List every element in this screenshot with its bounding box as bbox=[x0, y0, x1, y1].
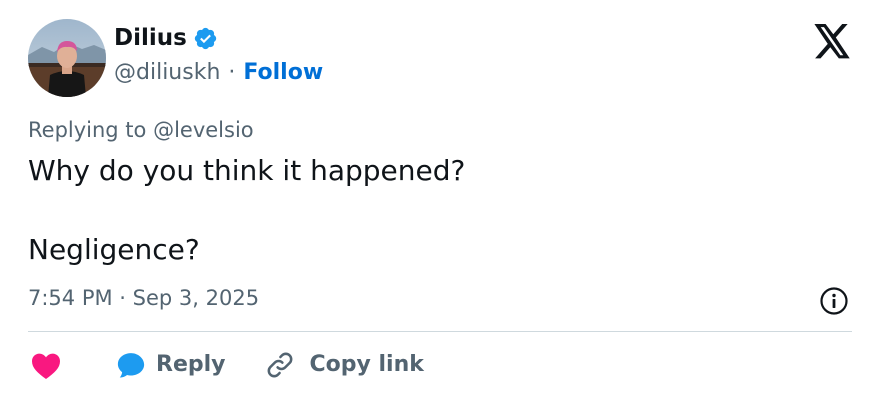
tweet-embed-card: Dilius @diliuskh · Follow Replying to @l… bbox=[0, 0, 880, 400]
action-bar: Reply Copy link bbox=[30, 348, 424, 382]
author-handle-row: @diliuskh · Follow bbox=[114, 62, 323, 84]
tweet-text-line-1: Why do you think it happened? bbox=[28, 154, 466, 187]
author-handle[interactable]: @diliuskh bbox=[114, 62, 220, 84]
author-display-name[interactable]: Dilius bbox=[114, 27, 187, 50]
tweet-timestamp[interactable]: 7:54 PM · Sep 3, 2025 bbox=[28, 288, 259, 309]
copy-link-button[interactable]: Copy link bbox=[264, 349, 424, 381]
follow-link[interactable]: Follow bbox=[243, 62, 323, 84]
reply-button[interactable]: Reply bbox=[116, 350, 226, 380]
verified-badge-icon bbox=[193, 26, 218, 51]
reply-label: Reply bbox=[156, 352, 226, 377]
avatar-photo bbox=[28, 19, 106, 97]
avatar[interactable] bbox=[28, 19, 106, 97]
like-button[interactable] bbox=[30, 349, 64, 381]
info-icon[interactable] bbox=[819, 286, 849, 316]
copy-link-label: Copy link bbox=[309, 352, 424, 377]
replying-to-text: Replying to @levelsio bbox=[28, 118, 254, 142]
heart-icon bbox=[32, 353, 60, 379]
speech-bubble-icon bbox=[117, 353, 145, 378]
x-logo-icon[interactable] bbox=[812, 24, 852, 60]
author-name-row: Dilius bbox=[114, 26, 218, 51]
link-icon bbox=[267, 352, 292, 378]
divider bbox=[28, 331, 852, 332]
separator-dot: · bbox=[228, 60, 236, 85]
tweet-text-line-2: Negligence? bbox=[28, 233, 200, 266]
